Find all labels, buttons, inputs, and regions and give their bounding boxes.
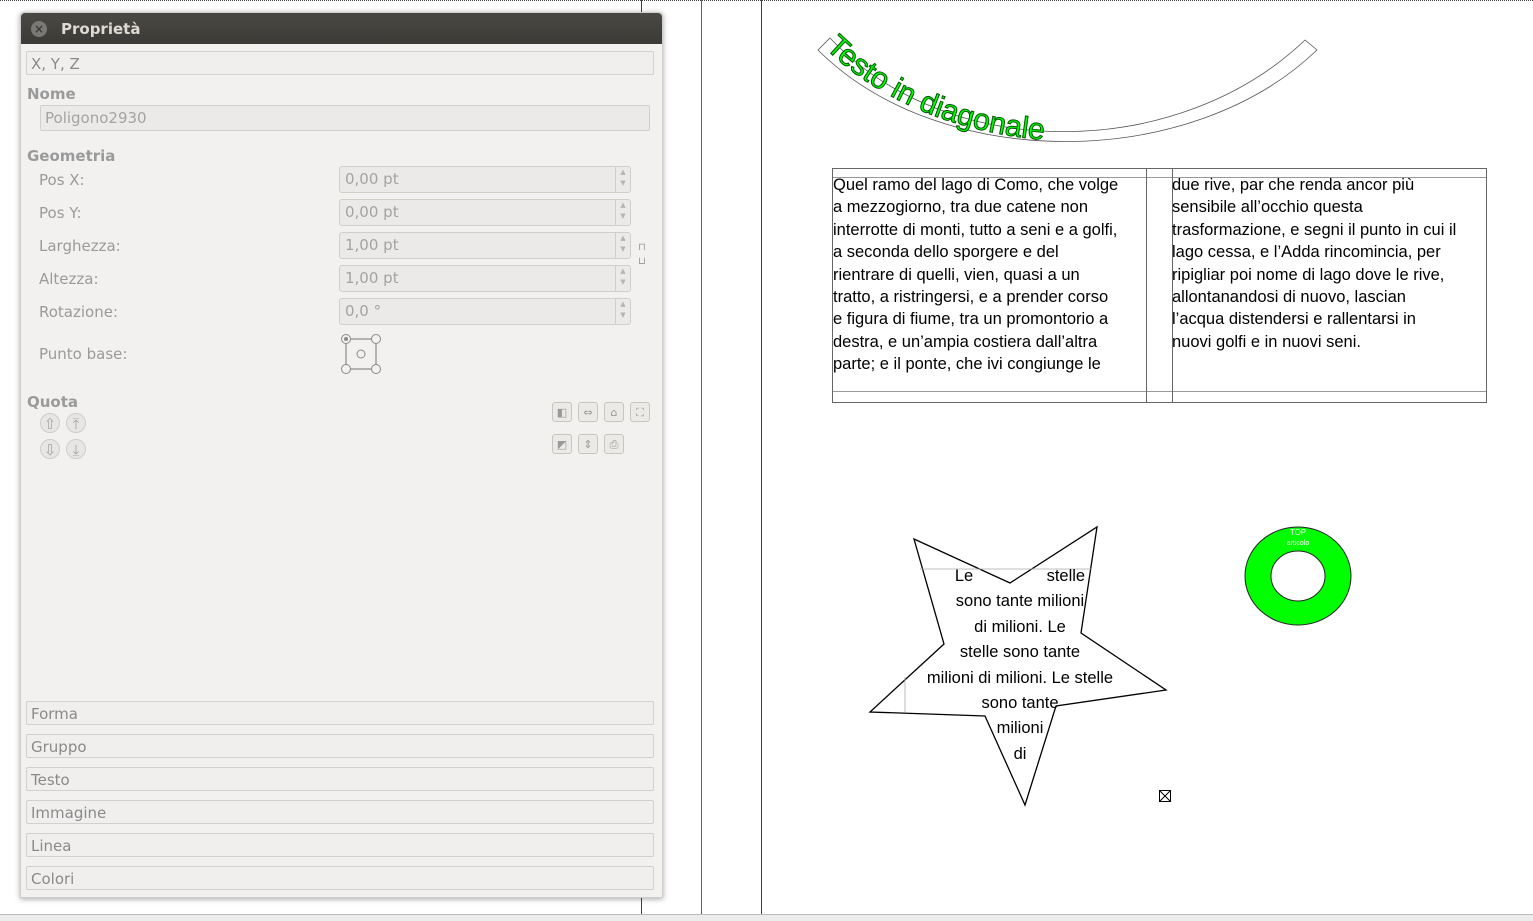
text-line: due rive, par che renda ancor più bbox=[1172, 176, 1415, 194]
chain-link-icon[interactable]: ⊓ ⊔ bbox=[638, 241, 648, 281]
name-header: Nome bbox=[27, 85, 76, 103]
bleed-guide bbox=[701, 0, 702, 914]
height-label: Altezza: bbox=[39, 270, 99, 288]
lower-icon[interactable]: ⇩ bbox=[40, 439, 60, 459]
text-line: destra, e un’ampia costiera dall’altra bbox=[833, 332, 1098, 351]
basepoint-selector-icon[interactable] bbox=[339, 333, 385, 377]
lower-to-bottom-icon[interactable]: ⤓ bbox=[66, 439, 86, 459]
text-line: lago cessa, e l’Adda rincomincia, per bbox=[1172, 243, 1441, 262]
star-text-line: milioni di milioni. Le stelle bbox=[926, 668, 1114, 687]
level-header: Quota bbox=[27, 393, 79, 411]
text-line: a mezzogiorno, tra due catene non bbox=[833, 198, 1089, 217]
star-text-line: di milioni. Le bbox=[974, 617, 1066, 636]
section-immagine[interactable]: Immagine bbox=[26, 800, 654, 824]
section-gruppo[interactable]: Gruppo bbox=[26, 734, 654, 758]
section-xyz[interactable]: X, Y, Z bbox=[26, 51, 654, 75]
flip-vertical-icon[interactable]: ◩ bbox=[552, 434, 572, 454]
text-column-1: Quel ramo del lago di Como, che volge a m… bbox=[833, 174, 1118, 376]
width-value: 1,00 pt bbox=[345, 236, 399, 254]
text-line: parte; e il ponte, che ivi congiunge le bbox=[833, 355, 1101, 374]
posy-label: Pos Y: bbox=[39, 204, 82, 222]
section-linea[interactable]: Linea bbox=[26, 833, 654, 857]
rotation-value: 0,0 ° bbox=[345, 302, 382, 320]
ruler-guide-top bbox=[0, 0, 1533, 4]
panel-titlebar[interactable]: × Proprietà bbox=[21, 13, 662, 44]
spin-arrows-icon[interactable]: ▲ ▼ bbox=[615, 233, 630, 258]
height-spinbox[interactable]: 1,00 pt ▲ ▼ bbox=[339, 265, 631, 292]
lock-icon[interactable]: ⌂ bbox=[604, 402, 624, 422]
frame-bottom-guide bbox=[833, 391, 1486, 392]
spin-arrows-icon[interactable]: ▲ ▼ bbox=[615, 200, 630, 225]
name-input[interactable]: Poligono2930 bbox=[40, 105, 650, 131]
text-line: trasformazione, e segni il punto in cui … bbox=[1172, 220, 1457, 239]
flip-horizontal-icon[interactable]: ◧ bbox=[552, 402, 572, 422]
text-line: sensibile all’occhio questa bbox=[1172, 198, 1363, 217]
geometry-header: Geometria bbox=[27, 147, 116, 165]
mirror-horizontal-icon[interactable]: ⇔ bbox=[578, 402, 598, 422]
text-line: e figura di fiume, tra un promontorio a bbox=[833, 310, 1109, 329]
text-line: interrotte di monti, tutto a seni e a go… bbox=[833, 220, 1118, 239]
posx-value: 0,00 pt bbox=[345, 170, 399, 188]
text-line: rientrare di quelli, vien, quasi a un bbox=[833, 265, 1080, 284]
mirror-vertical-icon[interactable]: ⇕ bbox=[578, 434, 598, 454]
basepoint-label: Punto base: bbox=[39, 345, 128, 363]
text-frame[interactable]: Quel ramo del lago di Como, che volge a m… bbox=[832, 168, 1487, 403]
section-colori[interactable]: Colori bbox=[26, 866, 654, 890]
spin-arrows-icon[interactable]: ▲ ▼ bbox=[615, 266, 630, 291]
text-line: Quel ramo del lago di Como, che volge bbox=[833, 176, 1119, 194]
ring-text-top: TOP bbox=[1290, 528, 1306, 537]
posy-spinbox[interactable]: 0,00 pt ▲ ▼ bbox=[339, 199, 631, 226]
ring-text-sub: articolo bbox=[1287, 540, 1310, 547]
text-line: ripigliar poi nome di lago dove le rive, bbox=[1172, 265, 1445, 284]
text-on-path[interactable]: Testo in diagonale bbox=[800, 20, 1340, 170]
panel-title: Proprietà bbox=[61, 20, 141, 38]
text-line: a seconda dello sporgere e del bbox=[833, 243, 1059, 262]
column-gap-left bbox=[1146, 169, 1147, 402]
text-line: nuovi golfi e in nuovi seni. bbox=[1172, 332, 1361, 351]
star-text-line: sono tante bbox=[981, 694, 1059, 713]
image-frame-placeholder[interactable] bbox=[1159, 790, 1172, 803]
raise-to-top-icon[interactable]: ⤒ bbox=[66, 413, 86, 433]
star-text-line: stelle sono tante bbox=[959, 643, 1081, 662]
width-label: Larghezza: bbox=[39, 237, 121, 255]
spin-arrows-icon[interactable]: ▲ ▼ bbox=[615, 167, 630, 192]
width-spinbox[interactable]: 1,00 pt ▲ ▼ bbox=[339, 232, 631, 259]
text-column-2: due rive, par che renda ancor più sensibi… bbox=[1172, 174, 1456, 353]
text-line: allontanandosi di nuovo, lascian bbox=[1172, 288, 1406, 307]
size-lock-icon[interactable]: ⛶ bbox=[630, 402, 650, 422]
raise-icon[interactable]: ⇧ bbox=[40, 413, 60, 433]
star-text-line: di bbox=[1013, 744, 1027, 763]
section-testo[interactable]: Testo bbox=[26, 767, 654, 791]
print-icon[interactable]: ⎙ bbox=[604, 434, 624, 454]
star-text: Le stelle sono tante milioni di milioni. L… bbox=[910, 564, 1130, 767]
section-forma[interactable]: Forma bbox=[26, 701, 654, 725]
properties-panel: × Proprietà X, Y, Z Nome Poligono2930 Ge… bbox=[20, 12, 663, 898]
margin-guide-right bbox=[761, 0, 762, 914]
posy-value: 0,00 pt bbox=[345, 203, 399, 221]
star-text-line: Le stelle bbox=[954, 567, 1086, 585]
star-text-line: milioni bbox=[996, 719, 1044, 738]
posx-spinbox[interactable]: 0,00 pt ▲ ▼ bbox=[339, 166, 631, 193]
text-line: tratto, a ristringersi, e a prender cors… bbox=[833, 288, 1109, 307]
path-text: Testo in diagonale bbox=[820, 29, 1046, 147]
rotation-label: Rotazione: bbox=[39, 303, 119, 321]
text-line: l’acqua distendersi e rallentarsi in bbox=[1172, 310, 1416, 329]
close-icon[interactable]: × bbox=[31, 21, 47, 37]
star-text-line: sono tante milioni bbox=[955, 592, 1085, 611]
spin-arrows-icon[interactable]: ▲ ▼ bbox=[615, 299, 630, 324]
height-value: 1,00 pt bbox=[345, 269, 399, 287]
posx-label: Pos X: bbox=[39, 171, 85, 189]
rotation-spinbox[interactable]: 0,0 ° ▲ ▼ bbox=[339, 298, 631, 325]
ring-shape[interactable]: TOP articolo bbox=[1240, 522, 1356, 630]
